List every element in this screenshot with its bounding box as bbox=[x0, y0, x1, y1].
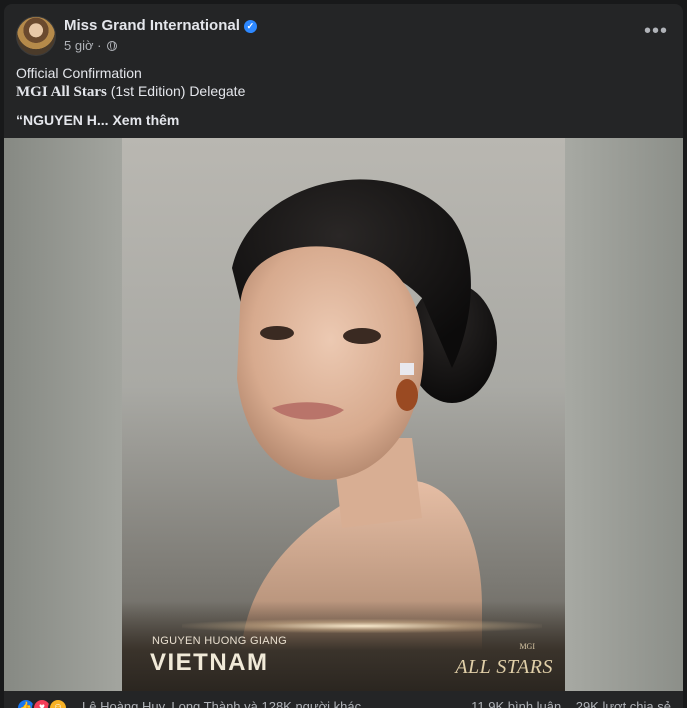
post-footer: 👍 ♥ ☺ Lê Hoàng Huy, Long Thành và 128K ngư… bbox=[16, 698, 671, 708]
post-text-line-3: “NGUYEN H... Xem thêm bbox=[16, 111, 671, 129]
reactors-summary[interactable]: Lê Hoàng Huy, Long Thành và 128K người k… bbox=[82, 699, 361, 708]
delegate-country: VIETNAM bbox=[150, 649, 269, 676]
post-header: Miss Grand International ✓ 5 giờ · ••• bbox=[16, 16, 671, 56]
media-right-fill bbox=[565, 138, 683, 691]
post-text: Official Confirmation MGI All Stars (1st… bbox=[16, 64, 671, 129]
engagement-counts: 11,9K bình luận 29K lượt chia sẻ bbox=[471, 699, 671, 708]
light-streak bbox=[182, 619, 542, 633]
post-text-line-1: Official Confirmation bbox=[16, 65, 142, 81]
media-left-fill bbox=[4, 138, 122, 691]
page-avatar[interactable] bbox=[16, 16, 56, 56]
verified-badge-icon: ✓ bbox=[243, 20, 257, 33]
globe-icon[interactable] bbox=[107, 41, 118, 51]
brand-logo: ALL STARS bbox=[455, 656, 553, 678]
post-time[interactable]: 5 giờ bbox=[64, 38, 94, 53]
page-name-link[interactable]: Miss Grand International ✓ bbox=[64, 17, 257, 34]
post-text-rest: (1st Edition) Delegate bbox=[106, 83, 246, 99]
right-eye bbox=[343, 328, 381, 344]
shares-count[interactable]: 29K lượt chia sẻ bbox=[576, 699, 671, 708]
care-icon: ☺ bbox=[48, 698, 68, 708]
post-text-line-2: MGI All Stars (1st Edition) Delegate bbox=[16, 82, 671, 101]
page-name[interactable]: Miss Grand International bbox=[64, 17, 240, 34]
brand-logo-small: MGI bbox=[519, 642, 535, 651]
meta-separator: · bbox=[97, 38, 102, 53]
earring-drop bbox=[396, 379, 418, 411]
reaction-icons[interactable]: 👍 ♥ ☺ bbox=[16, 698, 68, 708]
post-media[interactable]: NGUYEN HUONG GIANG VIETNAM MGI ALL STARS bbox=[4, 138, 683, 691]
post-text-truncated: “NGUYEN H... bbox=[16, 112, 109, 128]
post-meta: 5 giờ · bbox=[64, 38, 118, 53]
post-text-bold: MGI All Stars bbox=[16, 84, 107, 100]
left-eye bbox=[260, 326, 294, 340]
comments-count[interactable]: 11,9K bình luận bbox=[471, 699, 561, 708]
post-card: Miss Grand International ✓ 5 giờ · ••• Of… bbox=[4, 4, 683, 708]
delegate-name: NGUYEN HUONG GIANG bbox=[152, 635, 287, 647]
earring-top bbox=[400, 363, 414, 375]
delegate-photo[interactable]: NGUYEN HUONG GIANG VIETNAM MGI ALL STARS bbox=[122, 138, 565, 691]
see-more-link[interactable]: Xem thêm bbox=[112, 112, 179, 128]
more-options-icon[interactable]: ••• bbox=[641, 20, 671, 50]
